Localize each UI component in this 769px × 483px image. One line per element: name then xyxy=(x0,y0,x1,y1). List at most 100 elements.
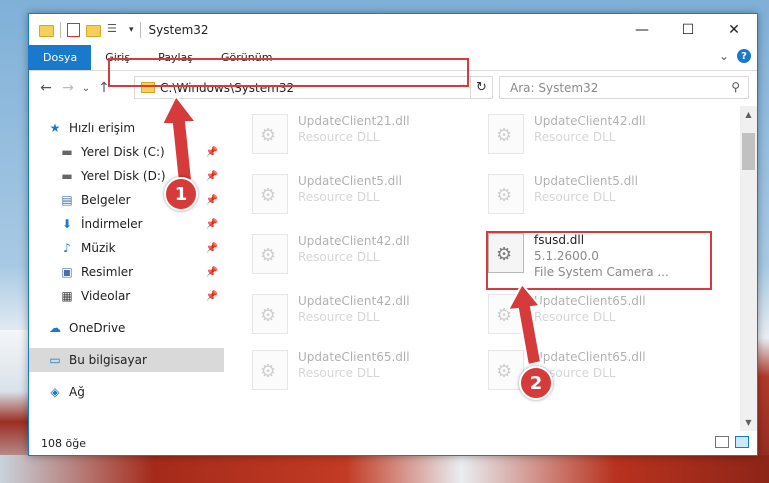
sidebar-item-onedrive[interactable]: ☁ OneDrive xyxy=(29,316,224,340)
pin-icon: 📌 xyxy=(205,194,218,206)
highlight-box xyxy=(486,231,712,290)
file-list: UpdateClient21.dll Resource DLL UpdateCli… xyxy=(224,106,757,431)
item-count: 108 öğe xyxy=(41,436,86,450)
file-item[interactable]: UpdateClient42.dll Resource DLL xyxy=(252,294,410,334)
pictures-icon: ▣ xyxy=(61,265,73,279)
sidebar-item-this-pc[interactable]: ▭ Bu bilgisayar xyxy=(29,348,224,372)
refresh-button[interactable]: ↻ xyxy=(470,77,492,98)
dll-file-icon xyxy=(488,174,524,214)
file-description: Resource DLL xyxy=(534,130,616,144)
file-description: Resource DLL xyxy=(298,310,380,324)
step-badge-1: 1 xyxy=(164,177,198,211)
status-bar: 108 öğe xyxy=(29,431,757,455)
pin-icon: 📌 xyxy=(205,242,218,254)
drive-icon: ▬ xyxy=(61,145,73,159)
maximize-button[interactable]: ☐ xyxy=(665,14,711,45)
file-name: UpdateClient42.dll xyxy=(298,234,410,248)
file-item[interactable]: UpdateClient5.dll Resource DLL xyxy=(488,174,638,214)
new-folder-icon[interactable] xyxy=(86,24,101,37)
file-item[interactable]: UpdateClient42.dll Resource DLL xyxy=(252,234,410,274)
recent-locations-icon[interactable]: ⌄ xyxy=(79,83,93,94)
sidebar-item-label: Resimler xyxy=(81,265,134,279)
pin-icon: 📌 xyxy=(205,266,218,278)
forward-button[interactable]: → xyxy=(57,80,79,96)
close-button[interactable]: ✕ xyxy=(711,14,757,45)
customize-dropdown-icon[interactable]: ▾ xyxy=(129,25,134,35)
dll-file-icon xyxy=(252,350,288,390)
sidebar-item-label: OneDrive xyxy=(69,321,126,335)
computer-icon: ▭ xyxy=(49,353,61,367)
file-name: UpdateClient42.dll xyxy=(534,114,646,128)
file-item[interactable]: UpdateClient21.dll Resource DLL xyxy=(252,114,410,154)
sidebar-item-pictures[interactable]: ▣ Resimler 📌 xyxy=(29,260,224,284)
pin-icon: 📌 xyxy=(205,290,218,302)
file-description: Resource DLL xyxy=(534,190,616,204)
tiles-view-icon[interactable] xyxy=(735,436,749,448)
ribbon-right: ⌄ ? xyxy=(719,49,751,63)
title-bar: ☰ ▾ System32 — ☐ ✕ xyxy=(29,14,757,45)
sidebar-item-label: İndirmeler xyxy=(81,217,143,231)
quick-access-toolbar: ☰ ▾ xyxy=(29,21,141,38)
file-description: Resource DLL xyxy=(298,190,380,204)
dll-file-icon xyxy=(252,174,288,214)
navigation-pane: ★ Hızlı erişim ▬ Yerel Disk (C:) 📌 ▬ Yer… xyxy=(29,106,224,431)
view-icon[interactable]: ☰ xyxy=(107,22,123,38)
dll-file-icon xyxy=(488,114,524,154)
main-content: ★ Hızlı erişim ▬ Yerel Disk (C:) 📌 ▬ Yer… xyxy=(29,106,757,431)
sidebar-item-downloads[interactable]: ⬇ İndirmeler 📌 xyxy=(29,212,224,236)
file-item[interactable]: UpdateClient65.dll Resource DLL xyxy=(252,350,410,390)
expand-ribbon-icon[interactable]: ⌄ xyxy=(719,49,729,63)
search-input[interactable]: Ara: System32 ⚲ xyxy=(499,76,749,99)
sidebar-item-label: Ağ xyxy=(69,385,85,399)
file-name: UpdateClient21.dll xyxy=(298,114,410,128)
sidebar-item-disk-c[interactable]: ▬ Yerel Disk (C:) 📌 xyxy=(29,140,224,164)
dll-file-icon xyxy=(252,294,288,334)
tab-file[interactable]: Dosya xyxy=(29,45,92,70)
sidebar-item-label: Bu bilgisayar xyxy=(69,353,147,367)
properties-icon[interactable] xyxy=(67,22,80,37)
sidebar-item-label: Yerel Disk (D:) xyxy=(81,169,166,183)
file-item[interactable]: UpdateClient65.dllResource DLL xyxy=(488,350,646,390)
highlight-box xyxy=(108,58,469,87)
videos-icon: ▦ xyxy=(61,289,73,303)
search-icon: ⚲ xyxy=(731,80,740,94)
file-name: UpdateClient5.dll xyxy=(534,174,638,188)
vertical-scrollbar[interactable]: ▲ ▼ xyxy=(740,106,757,431)
pin-icon: 📌 xyxy=(205,146,218,158)
window-title: System32 xyxy=(148,22,209,37)
sidebar-item-label: Videolar xyxy=(81,289,131,303)
file-item[interactable]: UpdateClient65.dllResource DLL xyxy=(488,294,646,334)
file-item[interactable]: UpdateClient5.dll Resource DLL xyxy=(252,174,402,214)
file-description: Resource DLL xyxy=(298,250,380,264)
sidebar-item-videos[interactable]: ▦ Videolar 📌 xyxy=(29,284,224,308)
minimize-button[interactable]: — xyxy=(619,14,665,45)
scroll-thumb[interactable] xyxy=(742,133,755,170)
help-icon[interactable]: ? xyxy=(737,49,751,63)
scroll-down-icon[interactable]: ▼ xyxy=(740,414,757,431)
background-scene xyxy=(0,455,769,483)
cloud-icon: ☁ xyxy=(49,321,61,335)
file-name: UpdateClient65.dll xyxy=(534,294,646,308)
sidebar-item-music[interactable]: ♪ Müzik 📌 xyxy=(29,236,224,260)
folder-icon xyxy=(39,24,54,37)
star-icon: ★ xyxy=(49,121,61,135)
view-toggle xyxy=(715,436,749,448)
documents-icon: ▤ xyxy=(61,193,73,207)
window-controls: — ☐ ✕ xyxy=(619,14,757,45)
pin-icon: 📌 xyxy=(205,170,218,182)
sidebar-item-quick-access[interactable]: ★ Hızlı erişim xyxy=(29,116,224,140)
dll-file-icon xyxy=(252,234,288,274)
file-name: UpdateClient5.dll xyxy=(298,174,402,188)
sidebar-item-network[interactable]: ◈ Ağ xyxy=(29,380,224,404)
details-view-icon[interactable] xyxy=(715,436,729,448)
scroll-up-icon[interactable]: ▲ xyxy=(740,106,757,123)
sidebar-item-label: Belgeler xyxy=(81,193,131,207)
search-placeholder: Ara: System32 xyxy=(510,80,599,95)
file-item[interactable]: UpdateClient42.dll Resource DLL xyxy=(488,114,646,154)
back-button[interactable]: ← xyxy=(35,80,57,96)
file-description: Resource DLL xyxy=(298,366,380,380)
step-badge-2: 2 xyxy=(519,366,553,400)
sidebar-item-label: Yerel Disk (C:) xyxy=(81,145,165,159)
dll-file-icon xyxy=(488,294,524,334)
file-name: UpdateClient65.dll xyxy=(298,350,410,364)
